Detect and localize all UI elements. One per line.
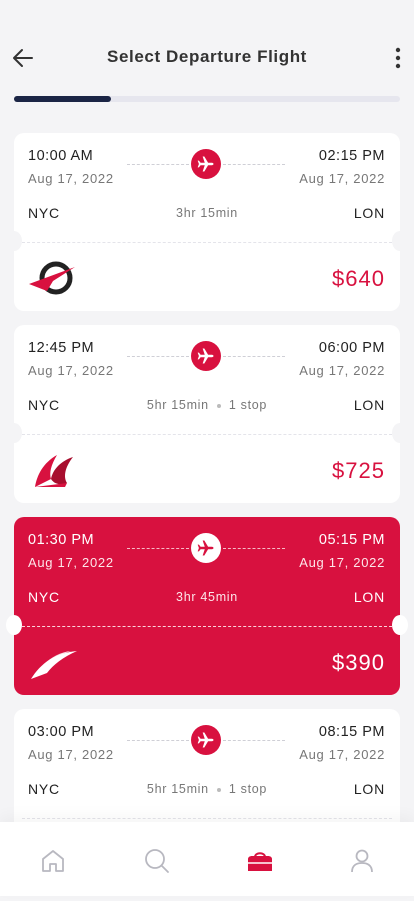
destination-code: LON [353,781,385,797]
departure-time: 03:00 PM [28,724,95,740]
departure-date: Aug 17, 2022 [28,171,114,186]
airplane-icon [191,149,221,179]
route-line [127,164,189,165]
departure-date: Aug 17, 2022 [28,363,114,378]
stops-text: 1 stop [228,782,268,796]
arrival-time: 02:15 PM [318,148,385,164]
flight-card[interactable]: 12:45 PM Aug 17, 2022 06:00 PM Aug 17, 2… [6,325,408,503]
route-line [223,164,285,165]
ticket-notch [392,231,408,251]
route-line [127,548,189,549]
airline-logo [35,455,73,487]
separator-dot [216,787,221,792]
ticket-notch [392,423,408,443]
airline-logo [29,261,75,295]
page-title: Select Departure Flight [107,47,307,66]
ticket-divider [22,818,392,819]
destination-code: LON [353,205,385,221]
user-icon [351,849,373,873]
arrival-time: 05:15 PM [318,532,385,548]
ticket-notch [392,615,408,635]
departure-time: 01:30 PM [28,532,95,548]
departure-time: 12:45 PM [28,340,95,356]
airplane-icon [191,725,221,755]
departure-time: 10:00 AM [28,148,94,164]
tab-home[interactable] [38,846,68,876]
bottom-tab-bar [0,822,414,896]
ticket-notch [6,423,22,443]
booking-progress-bar [14,96,400,102]
progress-fill [14,96,111,102]
flight-duration: 3hr 15min [14,206,400,220]
flight-duration: 3hr 45min [14,590,400,604]
bag-icon [248,852,272,871]
destination-code: LON [353,397,385,413]
flight-price: $640 [332,266,385,291]
ticket-notch [6,615,22,635]
ticket-divider [22,242,392,243]
duration-text: 5hr 15min [146,398,209,412]
flight-price: $390 [332,650,385,675]
ticket-divider [22,626,392,627]
flight-duration: 5hr 15min 1 stop [14,782,400,796]
tab-search[interactable] [142,846,172,876]
airplane-icon [191,533,221,563]
arrival-time: 06:00 PM [318,340,385,356]
more-options-button[interactable] [390,44,406,72]
more-vertical-icon [395,47,401,69]
route-line [223,356,285,357]
ticket-divider [22,434,392,435]
route-line [127,356,189,357]
destination-code: LON [353,589,385,605]
departure-date: Aug 17, 2022 [28,747,114,762]
flight-card[interactable]: 10:00 AM Aug 17, 2022 02:15 PM Aug 17, 2… [6,133,408,311]
duration-text: 5hr 15min [146,782,209,796]
stops-text: 1 stop [228,398,268,412]
route-line [127,740,189,741]
arrival-time: 08:15 PM [318,724,385,740]
duration-text: 3hr 45min [176,590,238,604]
arrival-date: Aug 17, 2022 [299,747,385,762]
flight-price: $725 [332,458,385,483]
route-line [223,548,285,549]
app-header: Select Departure Flight [0,0,414,115]
duration-text: 3hr 15min [176,206,238,220]
flight-list: 10:00 AM Aug 17, 2022 02:15 PM Aug 17, 2… [6,133,408,901]
arrival-date: Aug 17, 2022 [299,171,385,186]
flight-card-selected[interactable]: 01:30 PM Aug 17, 2022 05:15 PM Aug 17, 2… [6,517,408,695]
route-line [223,740,285,741]
home-icon [42,850,64,872]
arrival-date: Aug 17, 2022 [299,555,385,570]
tab-profile[interactable] [347,846,377,876]
airplane-icon [191,341,221,371]
tab-bookings[interactable] [245,846,275,876]
flight-duration: 5hr 15min 1 stop [14,398,400,412]
ticket-notch [6,231,22,251]
airline-logo [31,651,77,679]
arrival-date: Aug 17, 2022 [299,363,385,378]
departure-date: Aug 17, 2022 [28,555,114,570]
separator-dot [216,403,221,408]
search-icon [145,849,169,873]
